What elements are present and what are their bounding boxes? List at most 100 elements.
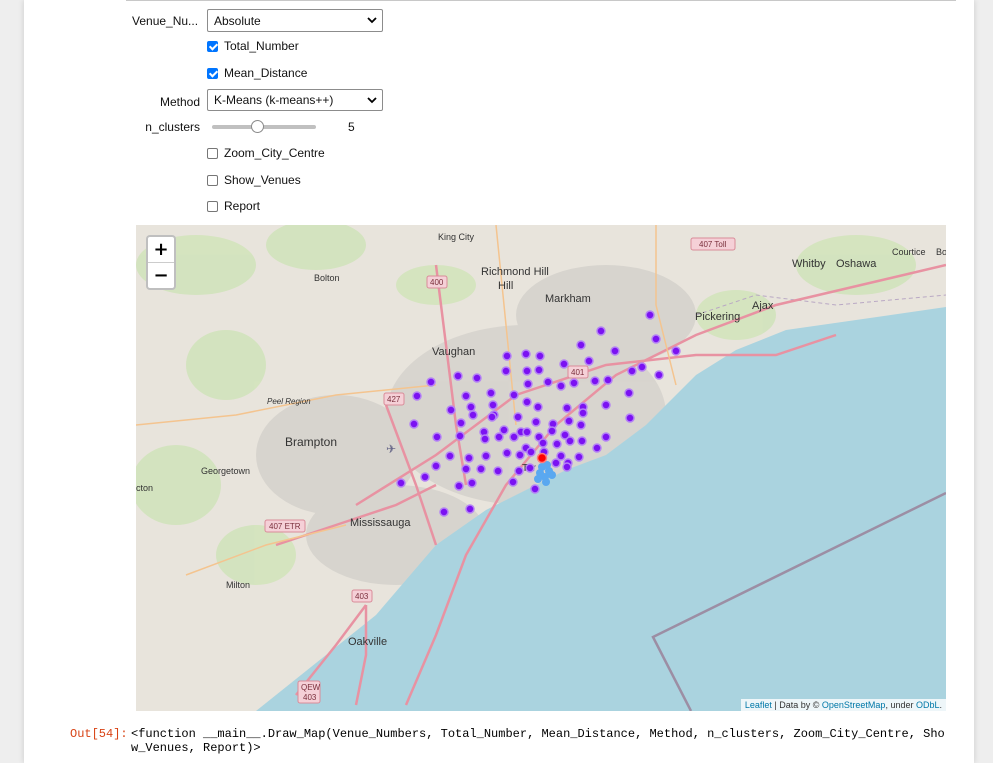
place-vaughan: Vaughan (432, 346, 475, 358)
cluster-marker (453, 371, 463, 381)
cluster-marker (467, 478, 477, 488)
cluster-marker (556, 381, 566, 391)
cluster-marker (455, 431, 465, 441)
n-clusters-slider-handle[interactable] (251, 120, 264, 133)
leaflet-link[interactable]: Leaflet (745, 700, 772, 710)
cluster-marker (627, 366, 637, 376)
cluster-marker (480, 434, 490, 444)
airport-icon: ✈ (386, 442, 396, 456)
cluster-marker (486, 388, 496, 398)
cluster-marker (543, 377, 553, 387)
shield-427: 427 (387, 395, 401, 404)
cluster-marker (576, 340, 586, 350)
method-value: K-Means (k-means++) (214, 93, 334, 107)
cluster-marker (445, 451, 455, 461)
cluster-marker (439, 507, 449, 517)
cluster-marker (509, 390, 519, 400)
shield-403: 403 (355, 592, 369, 601)
report-label: Report (224, 199, 261, 213)
cluster-marker (624, 388, 634, 398)
cluster-marker (564, 416, 574, 426)
place-courtice: Courtice (892, 247, 926, 257)
attribution-end: . (939, 700, 942, 710)
cluster-marker (488, 400, 498, 410)
total-number-checkbox[interactable] (207, 40, 218, 52)
cluster-marker (431, 461, 441, 471)
total-number-checkbox-row[interactable]: Total_Number (207, 38, 299, 54)
cluster-marker (502, 351, 512, 361)
cluster-marker (530, 484, 540, 494)
cluster-marker (472, 373, 482, 383)
cluster-marker (538, 438, 548, 448)
n-clusters-label: n_clusters (145, 120, 200, 134)
mean-distance-checkbox[interactable] (207, 67, 218, 79)
map-attribution: Leaflet | Data by © OpenStreetMap, under… (740, 699, 946, 711)
cluster-marker (637, 362, 647, 372)
show-venues-checkbox[interactable] (207, 174, 218, 186)
place-milton: Milton (226, 580, 250, 590)
zoom-out-button[interactable]: − (148, 263, 174, 288)
cluster-marker (522, 397, 532, 407)
show-venues-checkbox-row[interactable]: Show_Venues (207, 172, 301, 188)
cluster-marker (476, 464, 486, 474)
cluster-marker (481, 451, 491, 461)
cluster-marker (584, 356, 594, 366)
cluster-marker (522, 427, 532, 437)
cluster-marker (601, 432, 611, 442)
cluster-marker (547, 426, 557, 436)
center-marker (548, 471, 556, 479)
center-marker (542, 478, 550, 486)
place-mississauga: Mississauga (350, 517, 411, 529)
osm-link[interactable]: OpenStreetMap (822, 700, 886, 710)
cluster-marker (592, 443, 602, 453)
cluster-marker (610, 346, 620, 356)
cluster-marker (465, 504, 475, 514)
zoom-city-centre-checkbox[interactable] (207, 147, 218, 159)
cluster-marker (525, 463, 535, 473)
n-clusters-slider-track[interactable] (212, 125, 316, 129)
venue-numbers-value: Absolute (214, 14, 261, 28)
place-markham: Markham (545, 293, 591, 305)
cluster-marker (501, 366, 511, 376)
odbl-link[interactable]: ODbL (916, 700, 940, 710)
cluster-marker (562, 403, 572, 413)
shield-400: 400 (430, 278, 444, 287)
cluster-marker (645, 310, 655, 320)
cluster-marker (396, 478, 406, 488)
attribution-under: , under (885, 700, 916, 710)
chevron-down-icon (367, 97, 377, 104)
place-brampton: Brampton (285, 435, 337, 449)
zoom-city-centre-label: Zoom_City_Centre (224, 146, 325, 160)
zoom-in-button[interactable]: + (148, 237, 174, 263)
mean-distance-checkbox-row[interactable]: Mean_Distance (207, 65, 307, 81)
cluster-marker (502, 448, 512, 458)
cluster-marker (533, 402, 543, 412)
cluster-marker (671, 346, 681, 356)
report-checkbox[interactable] (207, 200, 218, 212)
method-dropdown[interactable]: K-Means (k-means++) (207, 89, 383, 111)
cluster-marker (596, 326, 606, 336)
cluster-marker (513, 412, 523, 422)
cluster-marker (534, 365, 544, 375)
total-number-label: Total_Number (224, 39, 299, 53)
attribution-text: | Data by © (771, 700, 822, 710)
cluster-marker (625, 413, 635, 423)
cluster-marker (552, 439, 562, 449)
cluster-marker (559, 359, 569, 369)
cluster-marker (468, 410, 478, 420)
cluster-marker (601, 400, 611, 410)
shield-401: 401 (571, 368, 585, 377)
cluster-marker (454, 481, 464, 491)
place-whitby: Whitby (792, 258, 826, 270)
cluster-marker (514, 466, 524, 476)
cluster-marker (466, 402, 476, 412)
cluster-marker (603, 375, 613, 385)
report-checkbox-row[interactable]: Report (207, 198, 260, 214)
zoom-city-centre-checkbox-row[interactable]: Zoom_City_Centre (207, 145, 325, 161)
leaflet-map[interactable]: King City Richmond Hill Hill Markham Whi… (136, 225, 946, 711)
cluster-marker (574, 452, 584, 462)
svg-text:Hill: Hill (498, 280, 513, 292)
cluster-marker (535, 351, 545, 361)
cluster-marker (521, 349, 531, 359)
venue-numbers-dropdown[interactable]: Absolute (207, 9, 383, 32)
